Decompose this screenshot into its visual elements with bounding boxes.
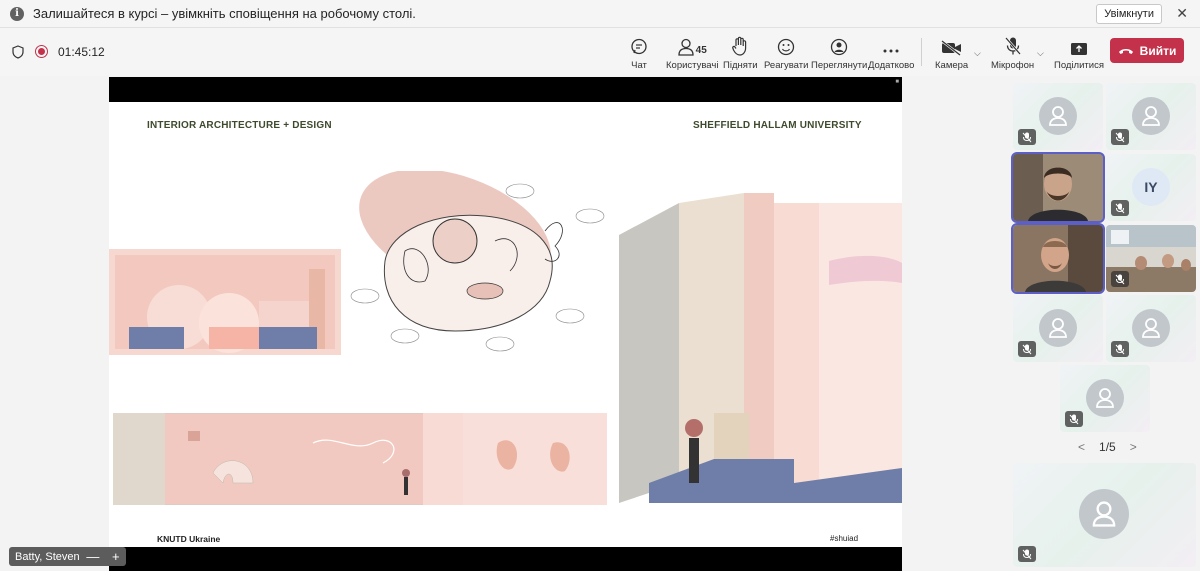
camera-button[interactable]: Камера bbox=[935, 36, 968, 71]
react-button[interactable]: Реагувати bbox=[764, 36, 808, 71]
chat-label: Чат bbox=[631, 60, 647, 71]
mic-options-chevron-down-icon[interactable]: ⌵ bbox=[1037, 48, 1044, 59]
elevation-render-bottom bbox=[113, 413, 607, 505]
avatar-icon bbox=[1086, 379, 1124, 417]
raise-hand-button[interactable]: Підняти bbox=[723, 36, 758, 71]
muted-mic-icon bbox=[1111, 341, 1129, 357]
more-label: Додатково bbox=[868, 60, 915, 71]
camera-options-chevron-down-icon[interactable]: ⌵ bbox=[974, 48, 981, 59]
avatar-icon bbox=[1039, 309, 1077, 347]
people-label: Користувачі bbox=[666, 60, 719, 71]
share-icon bbox=[1070, 36, 1088, 56]
more-icon bbox=[882, 36, 900, 56]
camera-label: Камера bbox=[935, 60, 969, 71]
room-render bbox=[619, 193, 902, 503]
participant-count: 45 bbox=[695, 45, 707, 56]
zoom-controls: — + bbox=[80, 547, 126, 566]
notification-bar: i Залишайтеся в курсі – увімкніть сповіщ… bbox=[0, 0, 1200, 28]
participant-tile[interactable] bbox=[1060, 365, 1150, 432]
avatar-icon bbox=[1039, 97, 1077, 135]
shared-screen: ■ INTERIOR ARCHITECTURE + DESIGN SHEFFIE… bbox=[109, 77, 902, 571]
view-button[interactable]: Переглянути bbox=[811, 36, 867, 71]
slide-footer-left: KNUTD Ukraine bbox=[157, 534, 221, 544]
share-label: Поділитися bbox=[1054, 60, 1104, 71]
concept-diagram bbox=[350, 171, 605, 352]
page-indicator: 1/5 bbox=[1099, 440, 1116, 454]
participant-video-tile[interactable] bbox=[1011, 223, 1105, 294]
participant-tile[interactable]: IY bbox=[1106, 154, 1196, 221]
participant-initials: IY bbox=[1132, 168, 1170, 206]
chat-icon bbox=[630, 36, 648, 56]
mic-button[interactable]: Мікрофон bbox=[991, 36, 1034, 71]
shield-icon[interactable] bbox=[12, 45, 24, 64]
chat-button[interactable]: Чат bbox=[630, 36, 648, 71]
participant-video-tile[interactable] bbox=[1011, 152, 1105, 223]
next-page-chevron-right-icon[interactable]: > bbox=[1130, 440, 1137, 454]
participant-tile[interactable] bbox=[1106, 295, 1196, 362]
slide-title-right: SHEFFIELD HALLAM UNIVERSITY bbox=[693, 120, 862, 131]
elevation-render-left bbox=[109, 249, 341, 355]
participant-tile[interactable] bbox=[1013, 295, 1103, 362]
prev-page-chevron-left-icon[interactable]: < bbox=[1078, 440, 1085, 454]
mic-label: Мікрофон bbox=[991, 60, 1035, 71]
view-label: Переглянути bbox=[811, 60, 868, 71]
view-icon bbox=[830, 36, 848, 56]
meeting-timer: 01:45:12 bbox=[58, 45, 105, 59]
muted-mic-icon bbox=[1018, 341, 1036, 357]
notification-message: Залишайтеся в курсі – увімкніть сповіщен… bbox=[33, 6, 416, 21]
toolbar-divider bbox=[921, 38, 922, 66]
close-icon[interactable]: ✕ bbox=[1176, 5, 1188, 22]
gallery-pager: < 1/5 > bbox=[1078, 440, 1137, 454]
phone-hangup-icon bbox=[1118, 44, 1134, 58]
muted-mic-icon bbox=[1018, 546, 1036, 562]
muted-mic-icon bbox=[1018, 129, 1036, 145]
meeting-toolbar: 01:45:12 Чат 45 Користувачі Підняти Реаг… bbox=[0, 28, 1200, 76]
video-feed bbox=[1013, 154, 1103, 221]
presenter-name: Batty, Steven bbox=[9, 547, 86, 566]
more-button[interactable]: Додатково bbox=[868, 36, 914, 71]
mic-off-icon bbox=[1004, 36, 1022, 56]
participant-tile[interactable] bbox=[1106, 83, 1196, 150]
participant-tile[interactable] bbox=[1013, 83, 1103, 150]
enable-notifications-button[interactable]: Увімкнути bbox=[1096, 4, 1162, 24]
recording-icon bbox=[35, 45, 48, 58]
info-icon: i bbox=[10, 6, 24, 21]
muted-mic-icon bbox=[1111, 129, 1129, 145]
participant-video-tile[interactable] bbox=[1106, 225, 1196, 292]
slide-top-bar bbox=[109, 77, 902, 102]
share-button[interactable]: Поділитися bbox=[1054, 36, 1104, 71]
slide-footer-right: #shuiad bbox=[830, 534, 859, 543]
avatar-icon bbox=[1132, 309, 1170, 347]
smile-icon bbox=[777, 36, 795, 56]
leave-button[interactable]: Вийти bbox=[1110, 38, 1184, 63]
avatar-icon bbox=[1079, 489, 1129, 539]
camera-off-icon bbox=[940, 36, 963, 56]
slide-bottom-bar bbox=[109, 547, 902, 571]
muted-mic-icon bbox=[1065, 411, 1083, 427]
people-button[interactable]: 45 Користувачі bbox=[666, 36, 718, 71]
zoom-out-button[interactable]: — bbox=[86, 549, 99, 564]
people-icon: 45 bbox=[678, 36, 707, 56]
hand-icon bbox=[731, 36, 749, 56]
slide-title-left: INTERIOR ARCHITECTURE + DESIGN bbox=[147, 120, 332, 131]
avatar-icon bbox=[1132, 97, 1170, 135]
muted-mic-icon bbox=[1111, 200, 1129, 216]
react-label: Реагувати bbox=[764, 60, 809, 71]
self-view-tile[interactable] bbox=[1013, 463, 1196, 567]
slide-corner-marker: ■ bbox=[895, 79, 899, 85]
muted-mic-icon bbox=[1111, 271, 1129, 287]
leave-label: Вийти bbox=[1139, 43, 1177, 58]
video-feed bbox=[1013, 225, 1103, 292]
raise-label: Підняти bbox=[723, 60, 758, 71]
zoom-in-button[interactable]: + bbox=[112, 549, 120, 564]
